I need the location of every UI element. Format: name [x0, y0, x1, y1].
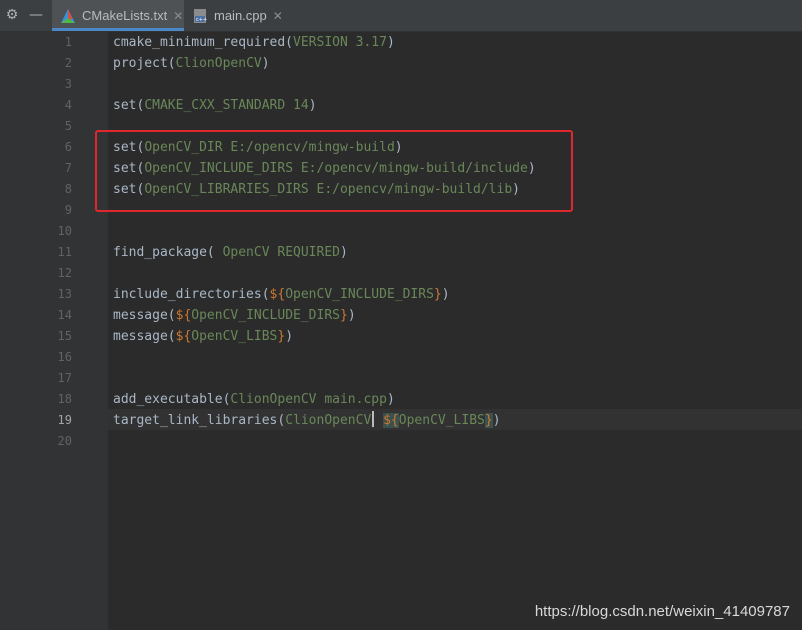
line-number: 1	[64, 35, 72, 49]
line-number: 20	[57, 434, 72, 448]
code-line-4[interactable]: set(CMAKE_CXX_STANDARD 14)	[113, 95, 317, 116]
line-number: 18	[57, 392, 72, 406]
minimize-icon[interactable]: —	[28, 7, 44, 23]
line-number: 11	[57, 245, 72, 259]
code-editor[interactable]: cmake_minimum_required(VERSION 3.17) pro…	[108, 32, 802, 630]
code-line-15[interactable]: message(${OpenCV_LIBS})	[113, 326, 293, 347]
tab-main-cpp[interactable]: c++ main.cpp ✕	[186, 0, 286, 31]
code-line-14[interactable]: message(${OpenCV_INCLUDE_DIRS})	[113, 305, 356, 326]
line-number: 5	[64, 119, 72, 133]
line-number: 6	[64, 140, 72, 154]
line-number: 17	[57, 371, 72, 385]
cpp-file-icon: c++	[192, 8, 208, 24]
line-number: 15	[57, 329, 72, 343]
line-number-gutter: 1 2 3 4 5 6 7 8 9 10 11 12 13 14 15 16 1…	[0, 32, 108, 630]
code-line-13[interactable]: include_directories(${OpenCV_INCLUDE_DIR…	[113, 284, 450, 305]
code-line-1[interactable]: cmake_minimum_required(VERSION 3.17)	[113, 32, 395, 53]
line-number: 10	[57, 224, 72, 238]
tab-label: CMakeLists.txt	[82, 8, 168, 23]
highlight-annotation-box	[95, 130, 573, 212]
svg-text:c++: c++	[196, 17, 207, 23]
code-line-19[interactable]: target_link_libraries(ClionOpenCV ${Open…	[113, 410, 501, 431]
line-number: 3	[64, 77, 72, 91]
line-number: 9	[64, 203, 72, 217]
code-line-2[interactable]: project(ClionOpenCV)	[113, 53, 270, 74]
line-number: 12	[57, 266, 72, 280]
code-line-11[interactable]: find_package( OpenCV REQUIRED)	[113, 242, 348, 263]
close-icon[interactable]: ✕	[173, 9, 183, 23]
close-icon[interactable]: ✕	[273, 9, 283, 23]
line-number-current: 19	[57, 413, 72, 427]
line-number: 7	[64, 161, 72, 175]
tab-cmakelists[interactable]: CMakeLists.txt ✕	[52, 0, 184, 31]
cmake-icon	[60, 8, 76, 24]
tab-label: main.cpp	[214, 8, 267, 23]
line-number: 8	[64, 182, 72, 196]
line-number: 4	[64, 98, 72, 112]
watermark: https://blog.csdn.net/weixin_41409787	[534, 603, 790, 620]
editor-tab-bar: ⚙ — CMakeLists.txt ✕ c++ main.cpp ✕	[0, 0, 802, 32]
code-line-18[interactable]: add_executable(ClionOpenCV main.cpp)	[113, 389, 395, 410]
line-number: 13	[57, 287, 72, 301]
gear-icon[interactable]: ⚙	[4, 7, 20, 23]
text-cursor	[372, 411, 375, 427]
line-number: 14	[57, 308, 72, 322]
line-number: 2	[64, 56, 72, 70]
line-number: 16	[57, 350, 72, 364]
